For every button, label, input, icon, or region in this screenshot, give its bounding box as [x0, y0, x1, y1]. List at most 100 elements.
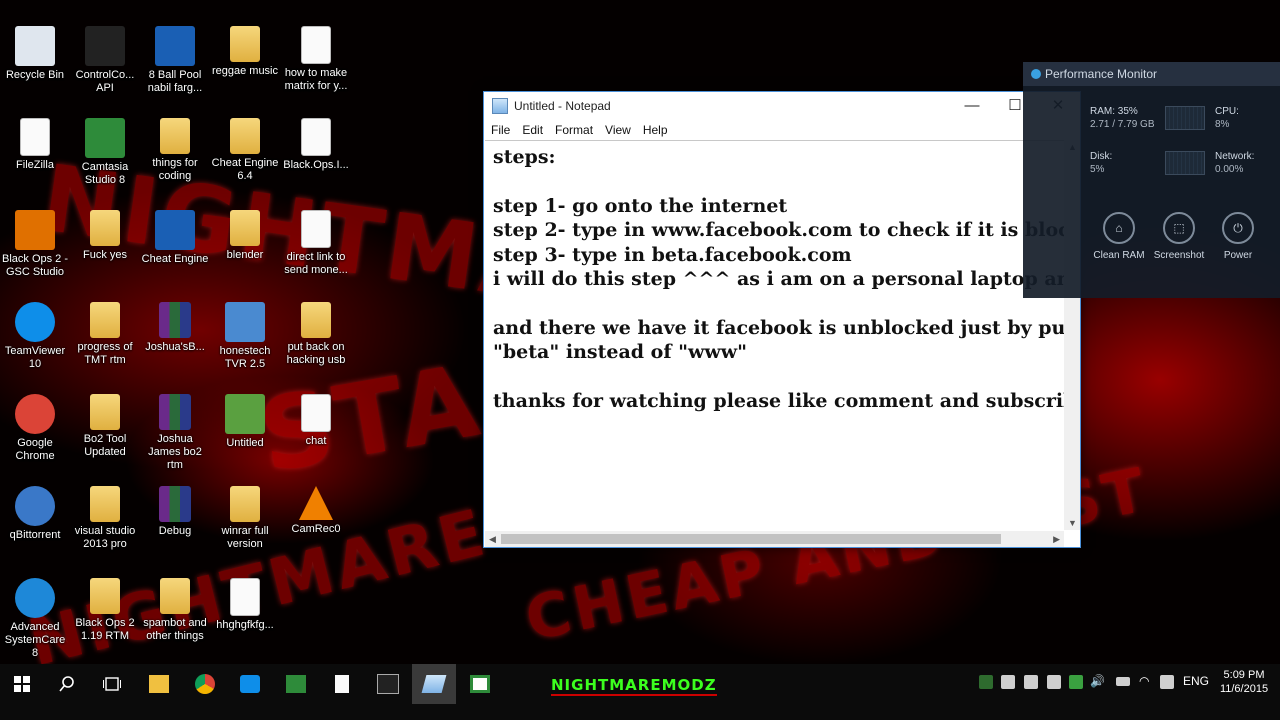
disk-stat: Disk: 5%	[1090, 150, 1112, 176]
desktop-icon[interactable]: progress of TMT rtm	[70, 296, 140, 384]
desktop-icon[interactable]: how to make matrix for y...	[281, 20, 351, 108]
desktop-icon[interactable]: 8 Ball Pool nabil farg...	[140, 20, 210, 108]
desktop-icon-label: 8 Ball Pool nabil farg...	[147, 69, 203, 94]
desktop-icon[interactable]: Bo2 Tool Updated	[70, 388, 140, 476]
camtasia-project-icon	[225, 394, 265, 434]
desktop-icon-label: Black Ops 2 1.19 RTM	[75, 617, 135, 642]
desktop-icon[interactable]: CamRec0	[281, 480, 351, 568]
screenshot-button[interactable]: ⬚ Screenshot	[1149, 212, 1209, 261]
taskbar-notepad[interactable]	[412, 664, 456, 704]
desktop-icon[interactable]: Recycle Bin	[0, 20, 70, 108]
notepad-line	[493, 169, 1064, 193]
battery-icon[interactable]	[1116, 677, 1130, 686]
folder-icon	[230, 210, 260, 246]
cheat-engine-icon	[155, 26, 195, 66]
desktop-icon[interactable]: qBittorrent	[0, 480, 70, 568]
desktop-icon[interactable]: Joshua James bo2 rtm	[140, 388, 210, 476]
windows-logo-icon	[14, 676, 30, 692]
wifi-icon[interactable]: ◠	[1139, 674, 1149, 688]
taskbar-console[interactable]	[366, 664, 410, 704]
horizontal-scrollbar[interactable]: ◀ ▶	[485, 531, 1064, 547]
desktop-icon[interactable]: Untitled	[210, 388, 280, 476]
horizontal-scroll-thumb[interactable]	[501, 534, 1001, 544]
notepad-line: step 3- type in beta.facebook.com	[493, 243, 852, 266]
desktop-icon[interactable]: honestech TVR 2.5	[210, 296, 280, 384]
taskbar-file[interactable]	[320, 664, 364, 704]
tray-usb-icon[interactable]	[1024, 675, 1038, 689]
power-button[interactable]: ⏻ Power	[1208, 212, 1268, 261]
tray-shield-icon[interactable]	[1069, 675, 1083, 689]
tray-printer-icon[interactable]	[1001, 675, 1015, 689]
desktop-icon[interactable]: things for coding	[140, 112, 210, 200]
notepad-icon	[492, 98, 508, 114]
scroll-left-icon[interactable]: ◀	[489, 534, 496, 545]
task-view-button[interactable]	[90, 664, 134, 704]
volume-icon[interactable]: 🔊	[1090, 674, 1105, 688]
menu-edit[interactable]: Edit	[517, 123, 550, 137]
desktop-icon[interactable]: put back on hacking usb	[281, 296, 351, 384]
taskbar-chrome[interactable]	[183, 664, 227, 704]
menu-view[interactable]: View	[600, 123, 638, 137]
notepad-text-area[interactable]: steps: step 1- go onto the internet step 2…	[485, 140, 1064, 530]
desktop-icon[interactable]: Camtasia Studio 8	[70, 112, 140, 200]
desktop-icon-label: chat	[305, 435, 327, 447]
desktop-icon[interactable]: Advanced SystemCare 8	[0, 572, 70, 660]
search-icon	[59, 676, 74, 692]
desktop-icon[interactable]: FileZilla	[0, 112, 70, 200]
desktop-icon[interactable]: visual studio 2013 pro	[70, 480, 140, 568]
taskbar-camtasia-recorder[interactable]	[458, 664, 502, 704]
menu-help[interactable]: Help	[638, 123, 675, 137]
menu-format[interactable]: Format	[550, 123, 600, 137]
desktop-icon[interactable]: winrar full version	[210, 480, 280, 568]
desktop-icon[interactable]: TeamViewer 10	[0, 296, 70, 384]
power-icon: ⏻	[1222, 212, 1254, 244]
start-button[interactable]	[0, 664, 44, 704]
notepad-window[interactable]: Untitled - Notepad — ☐ ✕ File Edit Forma…	[483, 91, 1081, 548]
honestech-icon	[225, 302, 265, 342]
language-indicator[interactable]: ENG	[1183, 674, 1209, 688]
taskbar-teamviewer[interactable]	[228, 664, 272, 704]
cpu-label: CPU:	[1215, 106, 1239, 117]
scroll-down-icon[interactable]: ▼	[1068, 518, 1077, 528]
scroll-right-icon[interactable]: ▶	[1053, 534, 1060, 545]
desktop-icon-label: how to make matrix for y...	[284, 67, 348, 92]
desktop-icon[interactable]: blender	[210, 204, 280, 292]
desktop-icon-label: honestech TVR 2.5	[219, 345, 271, 370]
desktop-icon[interactable]: Google Chrome	[0, 388, 70, 476]
desktop-icon[interactable]: Fuck yes	[70, 204, 140, 292]
desktop-icon[interactable]: Black.Ops.I...	[281, 112, 351, 200]
desktop-icon[interactable]: spambot and other things	[140, 572, 210, 660]
cpu-value: 8%	[1215, 119, 1230, 130]
notepad-titlebar[interactable]: Untitled - Notepad — ☐ ✕	[484, 92, 1080, 120]
notepad-line: i will do this step ^^^ as i am on a per…	[493, 267, 1064, 290]
desktop-icon[interactable]: hhghgfkfg...	[210, 572, 280, 660]
desktop-icon[interactable]: direct link to send mone...	[281, 204, 351, 292]
desktop-icon[interactable]: Debug	[140, 480, 210, 568]
desktop-icon[interactable]: Cheat Engine 6.4	[210, 112, 280, 200]
desktop-icon[interactable]: reggae music	[210, 20, 280, 108]
taskbar-file-explorer[interactable]	[137, 664, 181, 704]
desktop-icon[interactable]: chat	[281, 388, 351, 476]
tray-monitor-icon[interactable]	[1047, 675, 1061, 689]
taskbar-camtasia[interactable]	[274, 664, 318, 704]
folder-icon	[90, 394, 120, 430]
desktop-icon-label: CamRec0	[291, 523, 341, 535]
desktop-icon-label: progress of TMT rtm	[77, 341, 133, 366]
desktop-icon[interactable]: ControlCo... API	[70, 20, 140, 108]
search-button[interactable]	[45, 664, 89, 704]
text-file-icon	[301, 210, 331, 248]
action-center-icon[interactable]	[1160, 675, 1174, 689]
tray-app-icon[interactable]	[979, 675, 993, 689]
menu-file[interactable]: File	[486, 123, 517, 137]
network-label: Network:	[1215, 151, 1255, 162]
clean-ram-button[interactable]: ⌂ Clean RAM	[1089, 212, 1149, 261]
desktop-icon[interactable]: Black Ops 2 1.19 RTM	[70, 572, 140, 660]
desktop-icon[interactable]: Cheat Engine	[140, 204, 210, 292]
minimize-button[interactable]: —	[950, 92, 994, 120]
desktop-icon[interactable]: Black Ops 2 - GSC Studio	[0, 204, 70, 292]
taskbar-clock[interactable]: 5:09 PM 11/6/2015	[1212, 668, 1276, 696]
camtasia-recorder-icon	[470, 675, 490, 693]
folder-icon	[230, 26, 260, 62]
desktop-icon[interactable]: Joshua'sB...	[140, 296, 210, 384]
perf-monitor-title: Performance Monitor	[1045, 67, 1158, 81]
